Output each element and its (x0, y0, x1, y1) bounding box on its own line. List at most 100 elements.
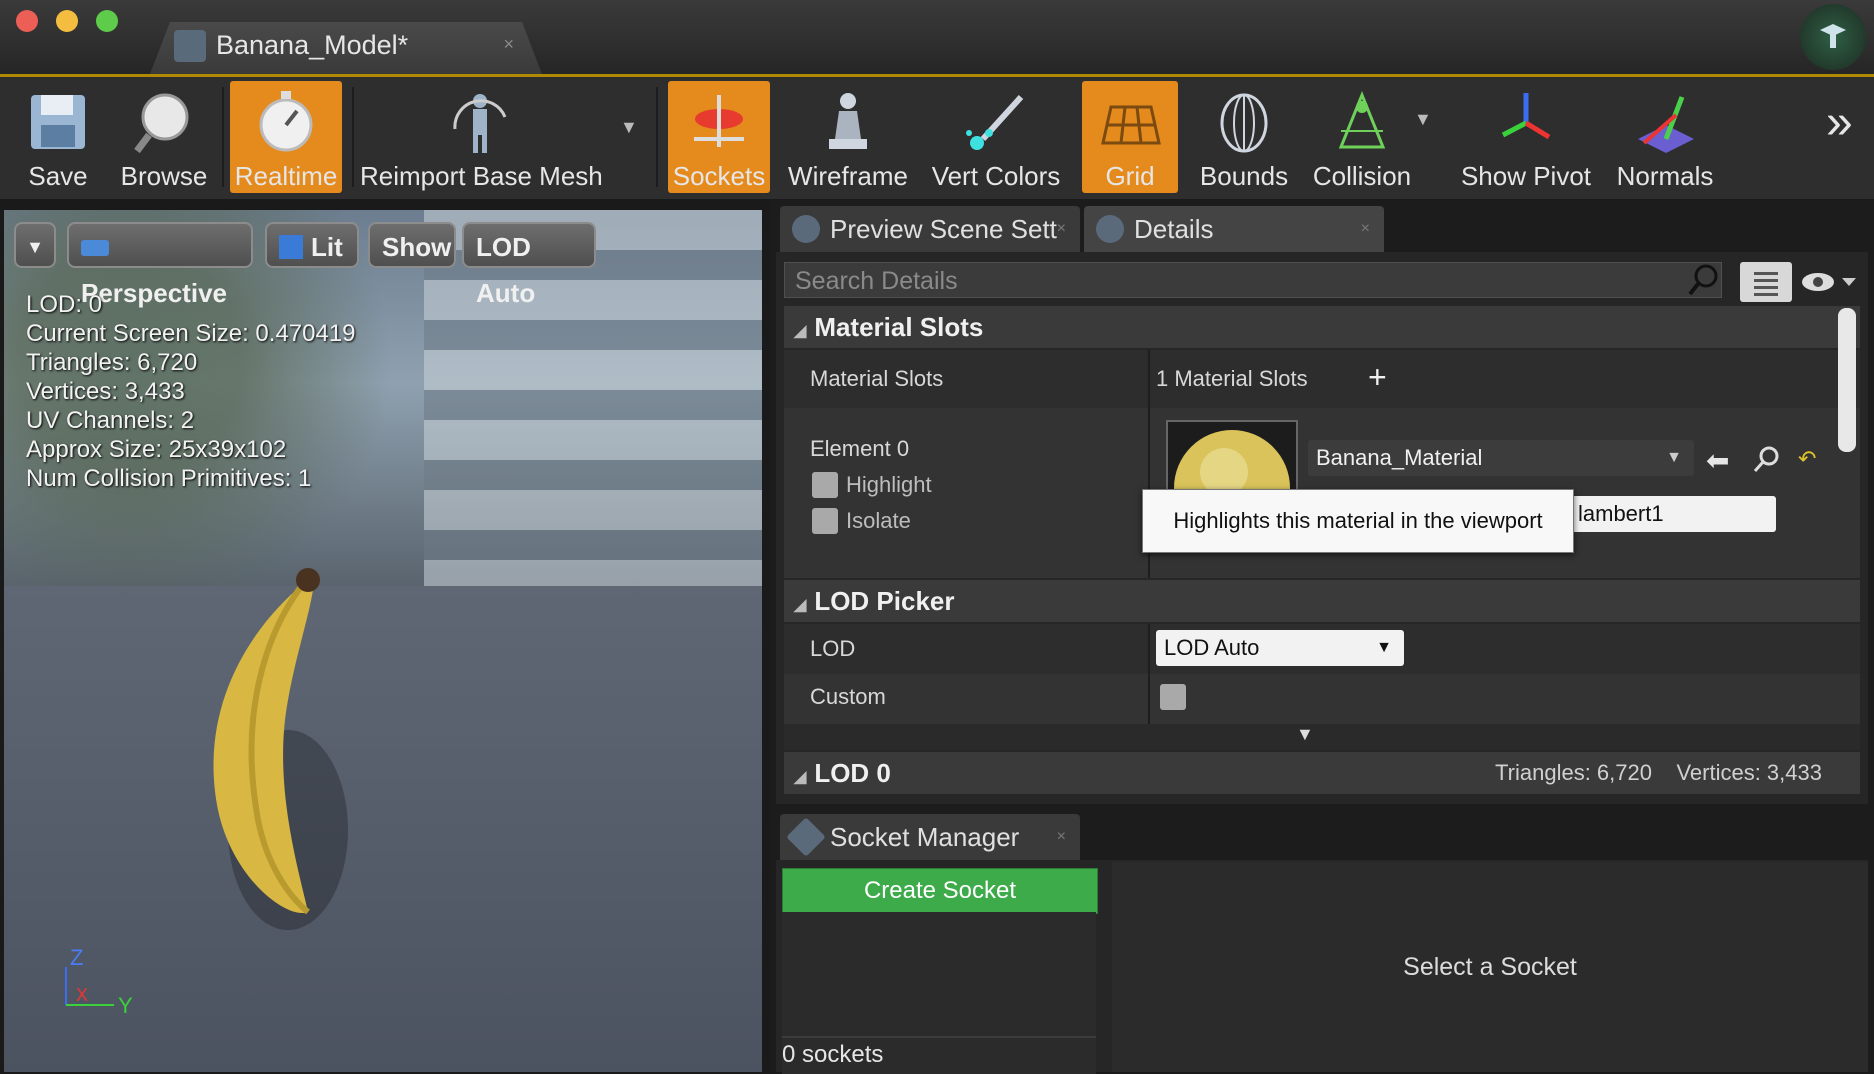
show-pivot-toggle[interactable]: Show Pivot (1456, 81, 1596, 193)
close-tab-icon[interactable]: × (1361, 206, 1370, 252)
tab-details[interactable]: Details × (1084, 206, 1384, 252)
use-selected-asset-button[interactable]: ⬅ (1706, 444, 1729, 477)
lod-auto-button[interactable]: LOD Auto (462, 222, 596, 308)
lod0-triangles: Triangles: 6,720 (1495, 760, 1652, 785)
show-label: Show (382, 232, 452, 262)
add-material-slot-button[interactable]: + (1368, 361, 1387, 393)
perspective-button[interactable]: Perspective (67, 222, 253, 308)
material-slots-label: Material Slots (810, 366, 944, 391)
bounds-label: Bounds (1199, 161, 1289, 191)
grid-icon (1097, 89, 1163, 155)
lod-select[interactable]: LOD Auto ▼ (1156, 630, 1404, 666)
stat-vertices: Vertices: 3,433 (26, 378, 185, 405)
material-slots-section-header[interactable]: ◢ Material Slots (784, 306, 1860, 348)
sockets-icon (686, 89, 752, 155)
create-socket-button[interactable]: Create Socket (782, 868, 1098, 914)
visibility-eye-button[interactable] (1800, 268, 1860, 300)
lod-auto-label: LOD Auto (476, 232, 536, 308)
viewport-options-dropdown[interactable]: ▼ (14, 222, 56, 268)
lit-button[interactable]: Lit (265, 222, 359, 268)
show-button[interactable]: Show (368, 222, 456, 268)
stat-collision: Num Collision Primitives: 1 (26, 465, 312, 492)
custom-label: Custom (810, 684, 886, 709)
collapse-triangle-icon: ◢ (794, 769, 807, 786)
view-options-list-button[interactable] (1740, 262, 1792, 302)
material-thumbnail[interactable] (1166, 420, 1298, 492)
save-label: Save (28, 161, 88, 191)
grid-toggle[interactable]: Grid (1082, 81, 1178, 193)
search-icon (1753, 446, 1779, 472)
element-0-label: Element 0 (810, 436, 910, 461)
reimport-dropdown-icon[interactable]: ▼ (620, 117, 638, 138)
material-slots-row (784, 350, 1860, 408)
material-picker-combo[interactable]: Banana_Material ▼ (1308, 440, 1694, 476)
toolbar-separator (222, 87, 224, 187)
wireframe-toggle[interactable]: Wireframe (786, 81, 910, 193)
browse-button[interactable]: Browse (112, 81, 216, 193)
close-tab-icon[interactable]: × (1057, 814, 1066, 860)
toolbar-overflow-icon[interactable]: » (1826, 95, 1853, 150)
custom-checkbox[interactable] (1160, 684, 1186, 710)
normals-toggle[interactable]: Normals (1606, 81, 1724, 193)
reimport-base-mesh-button[interactable]: Reimport Base Mesh (360, 81, 603, 193)
stat-lod: LOD: 0 (26, 291, 103, 318)
info-icon (792, 215, 820, 244)
isolate-checkbox[interactable] (812, 508, 838, 534)
show-pivot-label: Show Pivot (1460, 161, 1592, 191)
normals-label: Normals (1616, 161, 1714, 191)
reimport-label: Reimport Base Mesh (360, 161, 603, 191)
tab-socket-manager[interactable]: Socket Manager × (780, 814, 1080, 860)
custom-row (784, 674, 1860, 724)
asset-tab[interactable]: Banana_Model* × (150, 22, 542, 74)
eye-icon (1802, 273, 1856, 291)
details-scrollbar[interactable] (1838, 308, 1856, 452)
stat-triangles: Triangles: 6,720 (26, 349, 198, 376)
browse-asset-button[interactable] (1752, 444, 1782, 479)
slot-name-input[interactable]: lambert1 (1570, 496, 1776, 532)
column-divider (1148, 624, 1150, 724)
toolbar: Save Browse Realtime Reimport Base Mesh … (0, 74, 1874, 199)
expand-advanced-icon: ▼ (1296, 724, 1314, 744)
sockets-toggle[interactable]: Sockets (668, 81, 770, 193)
bounds-toggle[interactable]: Bounds (1190, 81, 1298, 193)
maximize-window-button[interactable] (96, 10, 118, 32)
stat-approx-size: Approx Size: 25x39x102 (26, 436, 287, 463)
wrench-icon (786, 817, 826, 857)
stat-uv-channels: UV Channels: 2 (26, 407, 195, 434)
material-slots-section-title: Material Slots (814, 312, 984, 342)
lod-picker-section-header[interactable]: ◢ LOD Picker (784, 580, 1860, 622)
socket-count: 0 sockets (782, 1036, 1096, 1074)
realtime-toggle[interactable]: Realtime (230, 81, 342, 193)
magnifier-icon (131, 89, 197, 155)
close-window-button[interactable] (16, 10, 38, 32)
normals-icon (1632, 89, 1698, 155)
isolate-label: Isolate (846, 508, 911, 533)
socket-list[interactable] (782, 912, 1096, 1036)
browse-label: Browse (120, 161, 208, 191)
bounds-icon (1211, 89, 1277, 155)
toolbar-separator (656, 87, 658, 187)
minimize-window-button[interactable] (56, 10, 78, 32)
axis-gizmo: Z X Y (60, 945, 150, 1025)
info-icon (1096, 215, 1124, 244)
axis-z-label: Z (70, 945, 84, 970)
highlight-tooltip: Highlights this material in the viewport (1142, 489, 1574, 553)
vert-colors-toggle[interactable]: Vert Colors (924, 81, 1068, 193)
banana-mesh (213, 568, 348, 930)
lod0-section-header[interactable]: ◢ LOD 0 Triangles: 6,720 Vertices: 3,433 (784, 752, 1860, 794)
reimport-mannequin-icon (447, 89, 513, 155)
list-icon (1754, 272, 1778, 296)
tab-preview-label: Preview Scene Sett (830, 214, 1057, 244)
chevron-down-icon: ▼ (26, 237, 44, 257)
search-details-input[interactable]: Search Details (784, 262, 1722, 298)
advanced-expander-row[interactable]: ▼ (784, 724, 1860, 750)
close-tab-icon[interactable]: × (503, 34, 514, 55)
stat-screen-size: Current Screen Size: 0.470419 (26, 320, 356, 347)
save-button[interactable]: Save (10, 81, 106, 193)
close-tab-icon[interactable]: × (1057, 206, 1066, 252)
collision-button[interactable]: Collision (1306, 81, 1418, 193)
reset-to-default-button[interactable]: ↶ (1798, 446, 1816, 472)
tab-preview-scene-settings[interactable]: Preview Scene Sett × (780, 206, 1080, 252)
collision-dropdown-icon[interactable]: ▼ (1414, 109, 1432, 130)
highlight-checkbox[interactable] (812, 472, 838, 498)
